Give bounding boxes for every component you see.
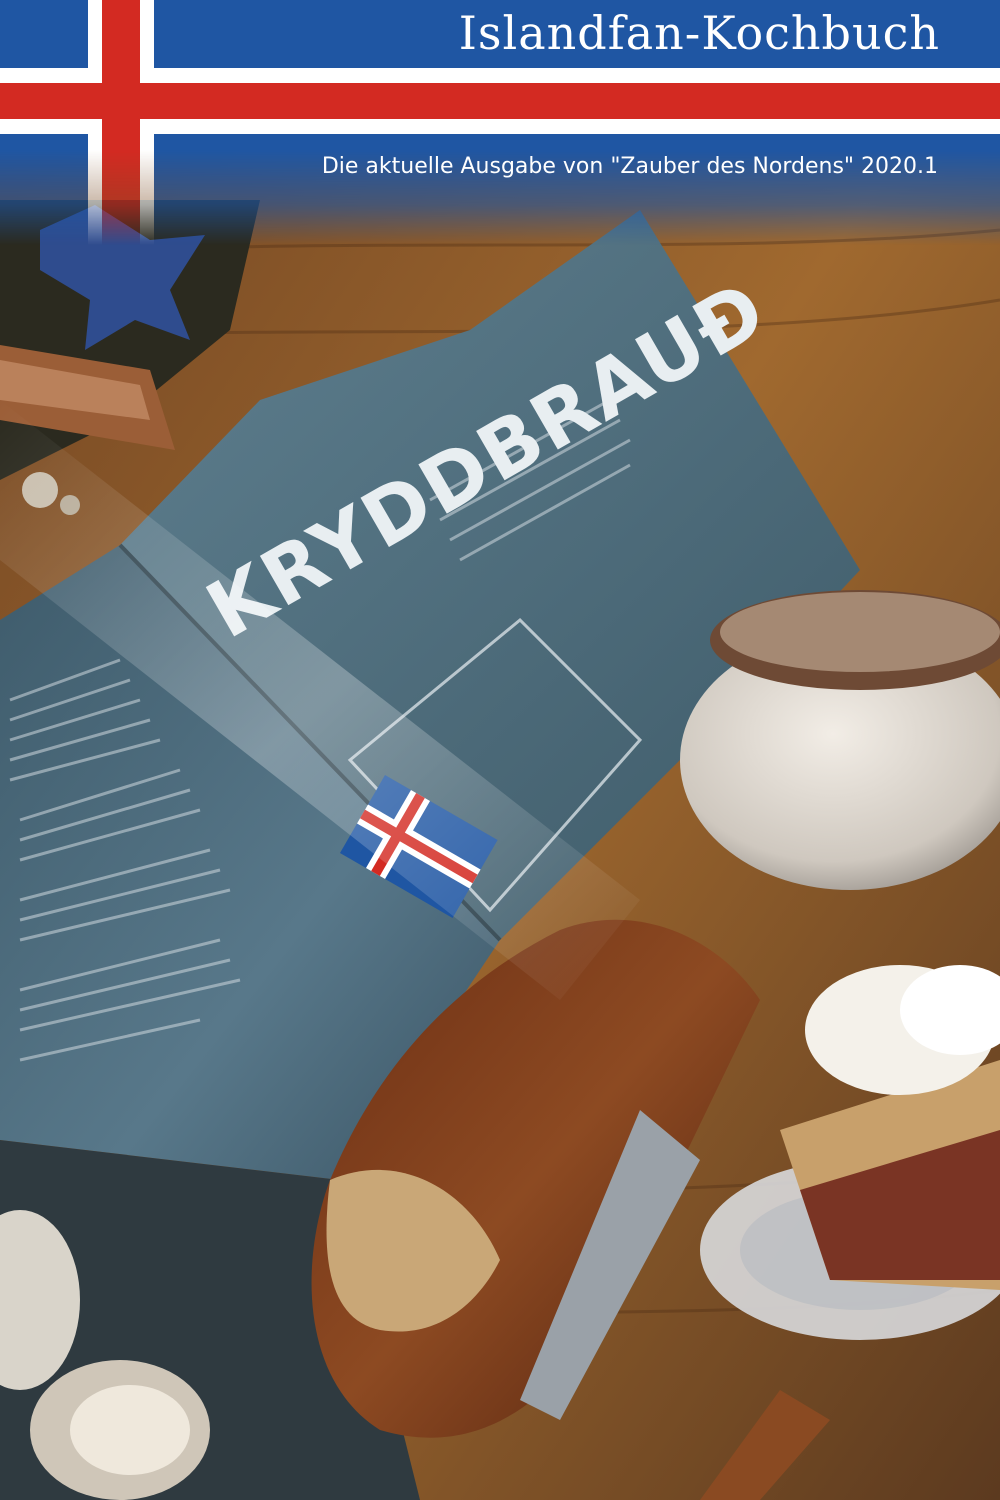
page-title: Islandfan-Kochbuch <box>458 6 940 60</box>
flag-cross-red-vertical <box>102 0 140 245</box>
flag-cross-red-horizontal <box>0 83 1000 119</box>
pin-image: KRYDDBRAUÐ Islandfan-Kochbuch Die aktuel… <box>0 0 1000 1500</box>
page-subtitle: Die aktuelle Ausgabe von "Zauber des Nor… <box>321 154 938 179</box>
